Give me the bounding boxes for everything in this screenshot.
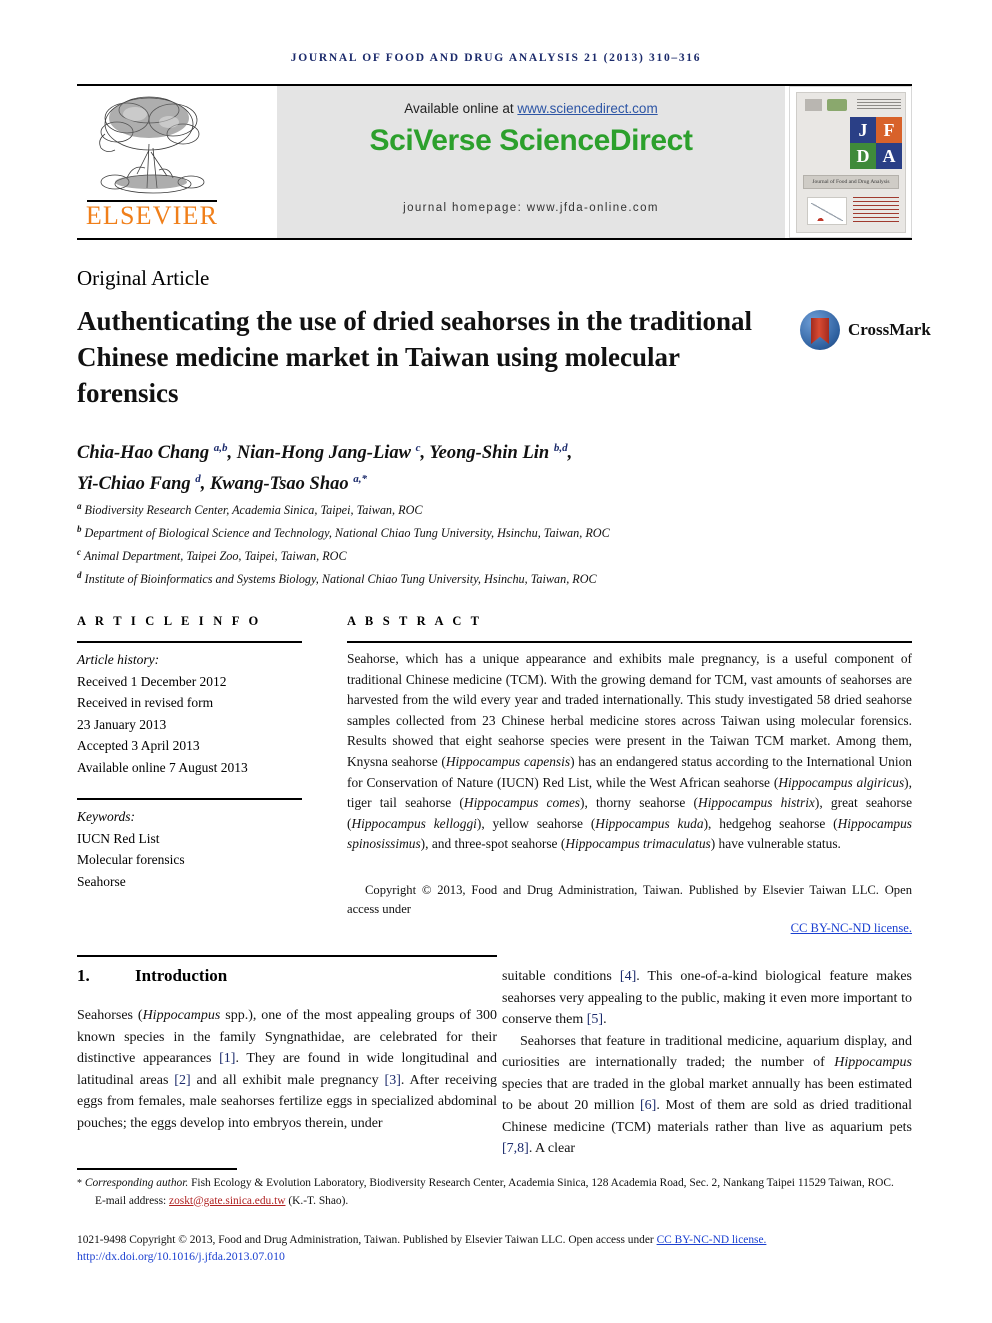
abstract-heading: A B S T R A C T: [347, 614, 483, 628]
crossmark-circle-icon: [800, 310, 840, 350]
crossmark-label: CrossMark: [848, 320, 931, 339]
article-history-label: Article history:: [77, 652, 160, 667]
journal-cover-thumbnail[interactable]: J F D A Journal of Food and Drug Analysi…: [789, 86, 912, 238]
history-available-online: Available online 7 August 2013: [77, 759, 248, 775]
doi-line[interactable]: http://dx.doi.org/10.1016/j.jfda.2013.07…: [77, 1249, 285, 1264]
author-list: Chia-Hao Chang a,b, Nian-Hong Jang-Liaw …: [77, 435, 837, 497]
journal-masthead: ELSEVIER Available online at www.science…: [77, 86, 912, 238]
page-title: Authenticating the use of dried seahorse…: [77, 306, 752, 408]
jfda-letter-grid: J F D A: [850, 117, 902, 169]
jfda-letter-a: A: [876, 143, 902, 169]
jfda-letter-f: F: [876, 117, 902, 143]
affiliation-list: a Biodiversity Research Center, Academia…: [77, 497, 877, 589]
license-link[interactable]: CC BY-NC-ND license.: [791, 921, 912, 935]
author-line-1: Chia-Hao Chang a,b, Nian-Hong Jang-Liaw …: [77, 442, 573, 464]
cover-figure-thumbnail: [807, 197, 847, 225]
corresponding-author-note: * Corresponding author. Fish Ecology & E…: [77, 1177, 894, 1189]
copyright-text: Copyright © 2013, Food and Drug Administ…: [347, 883, 912, 916]
abstract-body: Seahorse, which has a unique appearance …: [347, 651, 913, 852]
section-number: 1.: [77, 966, 90, 985]
keyword-item: Molecular forensics: [77, 852, 185, 867]
cover-contents-lines: [853, 197, 899, 225]
email-label: E-mail address:: [95, 1194, 170, 1207]
keywords-rule: [77, 798, 302, 800]
jfda-letter-j: J: [850, 117, 876, 143]
keywords-block: Keywords: IUCN Red List Molecular forens…: [77, 806, 309, 892]
email-link[interactable]: zoskt@gate.sinica.edu.tw: [169, 1195, 285, 1207]
elsevier-wordmark: ELSEVIER: [85, 201, 219, 230]
jfda-letter-d: D: [850, 143, 876, 169]
paragraph: suitable conditions [4]. This one-of-a-k…: [502, 969, 912, 1027]
journal-running-head: JOURNAL OF FOOD AND DRUG ANALYSIS 21 (20…: [290, 52, 702, 64]
footer-license-link[interactable]: CC BY-NC-ND license.: [657, 1234, 767, 1246]
cover-top-row: [805, 99, 901, 113]
journal-homepage-line[interactable]: journal homepage: www.jfda-online.com: [277, 202, 785, 214]
article-type-label: Original Article: [77, 266, 210, 290]
sciencedirect-banner: Available online at www.sciencedirect.co…: [277, 86, 785, 238]
history-accepted: Accepted 3 April 2013: [77, 738, 200, 753]
introduction-heading: 1. Introduction: [77, 966, 497, 986]
section-title: Introduction: [135, 966, 228, 985]
cover-journal-title: Journal of Food and Drug Analysis: [803, 175, 899, 189]
article-info-rule: [77, 641, 302, 643]
masthead-bottom-rule: [77, 238, 912, 240]
doi-link[interactable]: http://dx.doi.org/10.1016/j.jfda.2013.07…: [77, 1249, 285, 1263]
cover-society-logo-icon: [805, 99, 822, 111]
cover-inner: J F D A Journal of Food and Drug Analysi…: [796, 92, 906, 233]
available-online-line: Available online at www.sciencedirect.co…: [277, 101, 785, 116]
article-info-heading: A R T I C L E I N F O: [77, 614, 262, 628]
abstract-copyright: Copyright © 2013, Food and Drug Administ…: [347, 881, 912, 938]
elsevier-tree-icon: [99, 96, 205, 194]
paragraph: Seahorses (Hippocampus spp.), one of the…: [77, 1008, 498, 1131]
body-column-right: suitable conditions [4]. This one-of-a-k…: [502, 966, 912, 1160]
keyword-item: IUCN Red List: [77, 830, 160, 846]
introduction-rule: [77, 955, 497, 957]
email-owner: (K.-T. Shao).: [285, 1194, 349, 1207]
keywords-label: Keywords:: [77, 809, 135, 824]
cover-issue-text-block: [857, 99, 901, 109]
author-line-2: Yi-Chiao Fang d, Kwang-Tsao Shao a,*: [77, 473, 367, 495]
keyword-item: Seahorse: [77, 873, 126, 889]
paper-page: JOURNAL OF FOOD AND DRUG ANALYSIS 21 (20…: [0, 0, 992, 1323]
cover-secondary-logo-icon: [827, 99, 847, 111]
sciencedirect-url-link[interactable]: www.sciencedirect.com: [517, 101, 657, 116]
issn-copyright-line: 1021-9498 Copyright © 2013, Food and Dru…: [77, 1232, 927, 1249]
affiliation-d: d Institute of Bioinformatics and System…: [77, 570, 597, 587]
footnote-rule: [77, 1168, 237, 1170]
affiliation-c: c Animal Department, Taipei Zoo, Taipei,…: [77, 547, 347, 564]
paragraph: Seahorses that feature in traditional me…: [502, 1033, 912, 1157]
affiliation-a: a Biodiversity Research Center, Academia…: [77, 501, 423, 518]
footnote-block: * Corresponding author. Fish Ecology & E…: [77, 1175, 915, 1210]
issn-copyright-text: 1021-9498 Copyright © 2013, Food and Dru…: [77, 1234, 657, 1246]
sciverse-sciencedirect-logo: SciVerse ScienceDirect: [369, 124, 693, 157]
crossmark-badge[interactable]: CrossMark: [800, 308, 931, 352]
affiliation-b: b Department of Biological Science and T…: [77, 524, 610, 541]
elsevier-logo: ELSEVIER: [77, 86, 273, 238]
article-history-block: Article history: Received 1 December 201…: [77, 649, 309, 778]
history-revised-form: Received in revised form: [77, 695, 214, 710]
email-line: E-mail address: zoskt@gate.sinica.edu.tw…: [95, 1193, 915, 1211]
history-revised-date: 23 January 2013: [77, 716, 167, 732]
crossmark-ribbon-icon: [811, 318, 829, 344]
cover-chromatogram-icon: [811, 203, 843, 221]
history-received: Received 1 December 2012: [77, 673, 227, 689]
abstract-rule: [347, 641, 912, 643]
available-online-prefix: Available online at: [404, 101, 518, 116]
body-column-left: Seahorses (Hippocampus spp.), one of the…: [77, 1005, 497, 1134]
